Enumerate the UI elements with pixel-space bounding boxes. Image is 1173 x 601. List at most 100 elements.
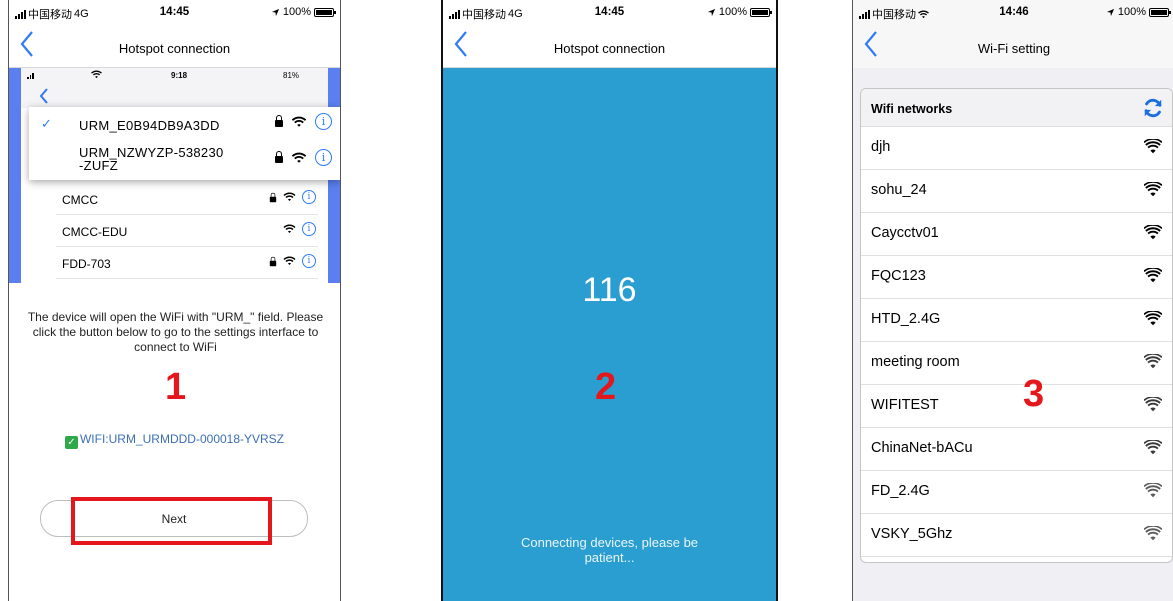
wifi-icon	[1143, 525, 1163, 546]
network-name: VSKY_5Ghz	[871, 526, 953, 542]
card-header: Wifi networks	[861, 89, 1172, 127]
wifi-icon	[1143, 267, 1163, 288]
network-name: FDD-703	[62, 257, 111, 271]
list-item[interactable]: CMCC i	[56, 183, 318, 215]
wifi-icon	[1143, 482, 1163, 503]
list-item[interactable]: URM_NZWYZP-538230 -ZUFZ i	[29, 143, 340, 179]
checkmark-icon: ✓	[64, 436, 78, 449]
page-title: Hotspot connection	[118, 41, 231, 56]
battery-percent: 100%	[282, 6, 311, 18]
battery-percent: 100%	[718, 6, 747, 18]
network-name: URM_NZWYZP-538230 -ZUFZ	[79, 145, 224, 173]
wifi-icon	[1143, 181, 1163, 202]
list-item[interactable]: sohu_24	[861, 170, 1172, 213]
info-icon[interactable]: i	[315, 113, 332, 130]
battery-icon	[750, 7, 772, 17]
step-marker: 1	[165, 366, 187, 408]
preview-status-bar: 9:18 81%	[21, 68, 328, 108]
wifi-status-label: WIFI:URM_URMDDD-000018-YVRSZ	[79, 432, 285, 446]
info-icon[interactable]: i	[302, 222, 316, 236]
step-marker: 3	[1023, 373, 1045, 415]
refresh-icon[interactable]	[1142, 97, 1164, 119]
highlight-box	[71, 497, 272, 545]
wifi-icon	[283, 256, 296, 265]
network-list: CMCC i CMCC-EDU i FDD-703 i	[56, 183, 318, 279]
lock-icon	[275, 151, 283, 163]
location-icon	[707, 8, 715, 16]
battery-icon	[314, 7, 336, 17]
page-title: Wi-Fi setting	[977, 41, 1051, 56]
wifi-icon	[291, 116, 307, 127]
network-name: djh	[871, 139, 891, 155]
preview-time: 9:18	[171, 71, 188, 80]
nav-bar: Wi-Fi setting	[853, 24, 1173, 68]
card-title: Wifi networks	[871, 102, 953, 116]
phone-hotspot-connection: 中国移动 4G 14:45 100% Hotspot connection 9:…	[8, 0, 341, 601]
instruction-text: The device will open the WiFi with "URM_…	[27, 310, 324, 354]
wifi-icon	[1143, 396, 1163, 417]
network-name: WIFITEST	[871, 397, 939, 413]
wifi-icon	[1143, 310, 1163, 331]
battery-percent: 100%	[1117, 6, 1146, 18]
phone-connecting: 中国移动 4G 14:45 100% Hotspot connection 11…	[441, 0, 778, 601]
lock-icon	[275, 115, 283, 127]
phone-wifi-setting: 中国移动 14:46 100% Wi-Fi setting Wifi netwo…	[852, 0, 1173, 601]
list-item[interactable]: ChinaNet-bACu	[861, 428, 1172, 471]
network-name: FQC123	[871, 268, 926, 284]
list-item[interactable]: WIFITEST	[861, 385, 1172, 428]
info-icon[interactable]: i	[302, 190, 316, 204]
signal-icon	[27, 73, 34, 79]
list-item[interactable]: VSKY_5Ghz	[861, 514, 1172, 557]
list-item[interactable]: FDD-703 i	[56, 247, 318, 279]
countdown: 116	[582, 271, 637, 309]
connecting-message: Connecting devices, please be patient...	[443, 535, 776, 565]
back-chevron-icon	[39, 88, 48, 104]
lock-icon	[269, 192, 277, 202]
wifi-icon	[283, 192, 296, 201]
status-bar: 中国移动 4G 14:45 100%	[443, 0, 776, 24]
list-item[interactable]: FD_2.4G	[861, 471, 1172, 514]
list-item[interactable]: CMCC-EDU i	[56, 215, 318, 247]
wifi-icon	[1143, 353, 1163, 374]
location-icon	[271, 8, 279, 16]
network-name: FD_2.4G	[871, 483, 930, 499]
wifi-icon	[283, 224, 296, 233]
page-title: Hotspot connection	[553, 41, 666, 56]
list-item[interactable]: FQC123	[861, 256, 1172, 299]
progress-screen	[443, 68, 776, 601]
preview-battery: 81%	[283, 71, 300, 80]
network-name: URM_E0B94DB9A3DD	[79, 118, 220, 133]
network-name: sohu_24	[871, 182, 927, 198]
wifi-icon	[1143, 224, 1163, 245]
network-name: Caycctv01	[871, 225, 939, 241]
location-icon	[1106, 8, 1114, 16]
info-icon[interactable]: i	[302, 254, 316, 268]
list-item[interactable]: djh	[861, 127, 1172, 170]
checkmark-icon: ✓	[41, 116, 52, 131]
network-name: HTD_2.4G	[871, 311, 941, 327]
list-item[interactable]: Caycctv01	[861, 213, 1172, 256]
status-bar: 中国移动 14:46 100%	[853, 0, 1173, 24]
network-name: CMCC-EDU	[62, 225, 128, 239]
battery-icon	[1149, 7, 1171, 17]
list-item[interactable]: ✓ URM_E0B94DB9A3DD i	[29, 107, 340, 143]
nav-bar: Hotspot connection	[443, 24, 776, 68]
list-item[interactable]: HTD_2.4G	[861, 299, 1172, 342]
network-name: CMCC	[62, 193, 98, 207]
wifi-networks-card: Wifi networks djh sohu_24 Caycctv01 FQC123 H…	[860, 88, 1173, 563]
lock-icon	[269, 256, 277, 266]
status-bar: 中国移动 4G 14:45 100%	[9, 0, 340, 24]
wifi-icon	[91, 70, 102, 79]
nav-bar: Hotspot connection	[9, 24, 340, 68]
wifi-status: ✓ WIFI:URM_URMDDD-000018-YVRSZ	[9, 432, 340, 449]
step-marker: 2	[595, 366, 617, 408]
wifi-icon	[1143, 138, 1163, 159]
network-list: djh sohu_24 Caycctv01 FQC123 HTD_2.4Gmeeting…	[861, 127, 1172, 557]
wifi-icon	[291, 152, 307, 163]
connecting-text: Connecting devices, please be patient...	[520, 535, 699, 565]
list-item[interactable]: meeting room	[861, 342, 1172, 385]
highlighted-networks-popup: ✓ URM_E0B94DB9A3DD i URM_NZWYZP-538230 -…	[29, 107, 340, 180]
info-icon[interactable]: i	[315, 149, 332, 166]
wifi-icon	[1143, 439, 1163, 460]
network-name: ChinaNet-bACu	[871, 440, 973, 456]
